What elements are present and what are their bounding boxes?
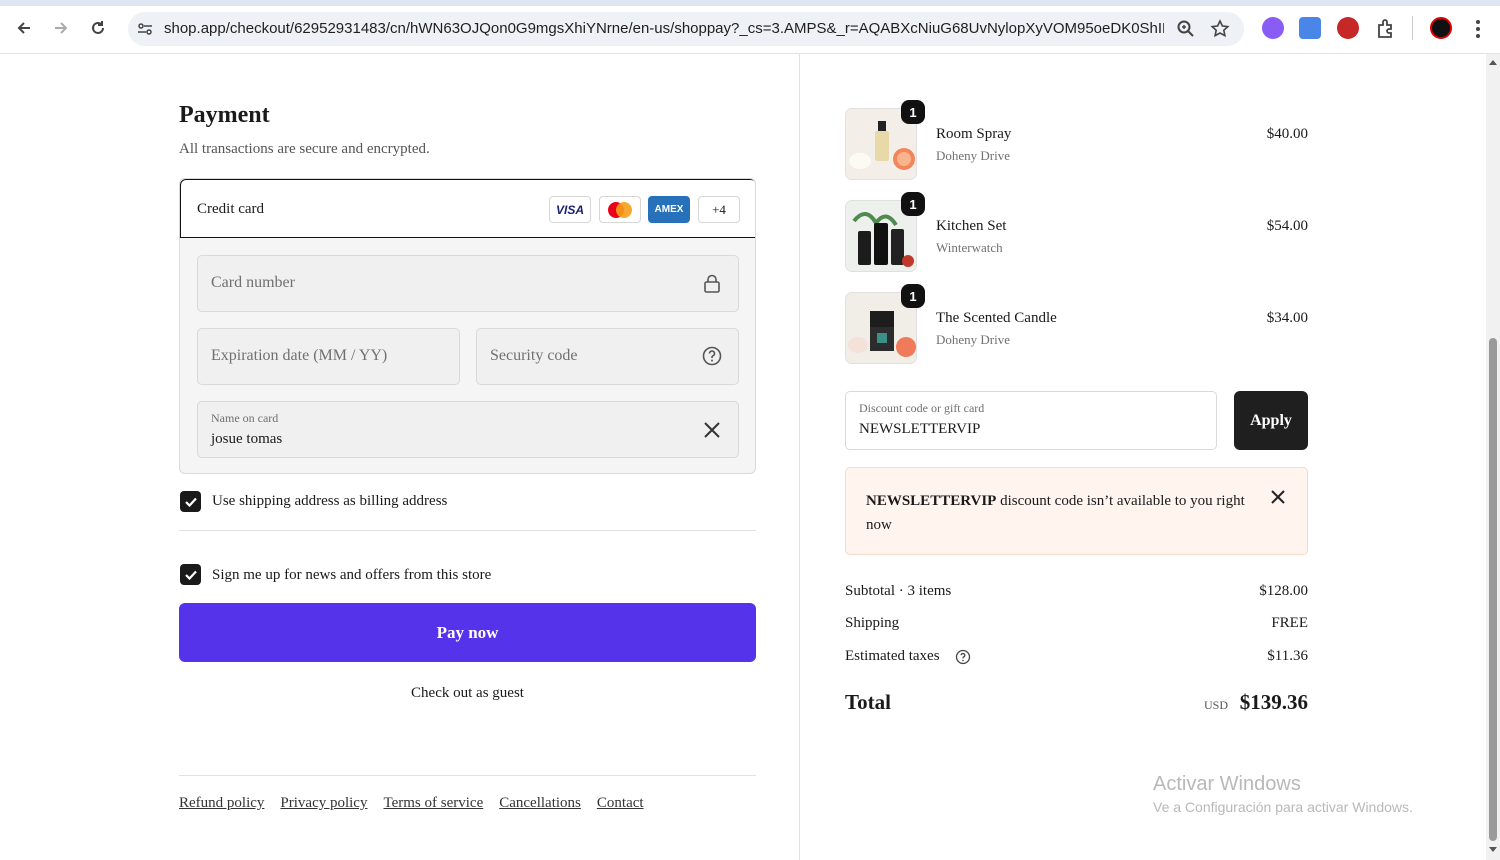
browser-toolbar: shop.app/checkout/62952931483/cn/hWN63OJ…: [0, 0, 1500, 54]
checkout-as-guest-link: Check out as guest: [179, 685, 756, 702]
help-circle-icon[interactable]: [955, 649, 971, 665]
url-text[interactable]: shop.app/checkout/62952931483/cn/hWN63OJ…: [164, 20, 1164, 37]
line-item: 1 Room Spray Doheny Drive $40.00: [845, 100, 1308, 188]
billing-address-checkbox[interactable]: [180, 491, 201, 512]
item-price: $54.00: [1266, 218, 1308, 234]
credit-card-label: Credit card: [197, 201, 265, 217]
credit-card-panel: Credit card VISA AMEX +4 Card number Exp…: [179, 178, 756, 474]
windows-activation-subtitle: Ve a Configuración para activar Windows.: [1153, 799, 1413, 815]
item-vendor: Doheny Drive: [936, 148, 1011, 163]
item-vendor: Winterwatch: [936, 240, 1003, 255]
forward-icon[interactable]: [49, 16, 73, 40]
discount-error-banner: NEWSLETTERVIP discount code isn’t availa…: [845, 467, 1308, 555]
pay-now-button[interactable]: Pay now: [179, 603, 756, 662]
checkout-page: Payment All transactions are secure and …: [0, 54, 1486, 860]
zoom-icon[interactable]: [1176, 19, 1196, 39]
checkout-as-guest-text[interactable]: Check out as guest: [411, 685, 524, 701]
expiration-date-field[interactable]: Expiration date (MM / YY): [197, 328, 460, 385]
contact-link[interactable]: Contact: [597, 795, 644, 812]
footer-divider: [179, 775, 756, 776]
scroll-up-icon[interactable]: [1488, 58, 1498, 66]
clear-icon[interactable]: [701, 419, 723, 441]
item-name: Room Spray: [936, 126, 1012, 142]
cancellations-link[interactable]: Cancellations: [499, 795, 581, 812]
name-on-card-label: Name on card: [211, 411, 279, 425]
discount-code-label: Discount code or gift card: [859, 401, 985, 415]
security-code-field[interactable]: Security code: [476, 328, 739, 385]
windows-activation-title: Activar Windows: [1153, 773, 1301, 795]
item-vendor: Doheny Drive: [936, 332, 1011, 347]
privacy-policy-link[interactable]: Privacy policy: [280, 795, 367, 812]
puzzle-extensions-icon[interactable]: [1375, 17, 1397, 39]
reload-icon[interactable]: [86, 16, 110, 40]
terms-of-service-link[interactable]: Terms of service: [383, 795, 483, 812]
page-scrollbar[interactable]: [1486, 54, 1500, 860]
site-settings-icon[interactable]: [136, 20, 154, 38]
extension-icon[interactable]: [1262, 17, 1284, 39]
close-icon[interactable]: [1269, 488, 1287, 506]
mastercard-icon: [599, 196, 641, 223]
tab-strip: [0, 0, 1500, 6]
visa-icon: VISA: [549, 196, 591, 223]
more-brands-badge: +4: [698, 196, 740, 223]
line-item: 1 Kitchen Set Winterwatch $54.00: [845, 192, 1308, 280]
credit-card-option[interactable]: Credit card VISA AMEX +4: [180, 179, 755, 238]
footer-links: Refund policy Privacy policy Terms of se…: [179, 795, 644, 812]
apply-discount-button[interactable]: Apply: [1234, 391, 1308, 450]
order-summary: 1 Room Spray Doheny Drive $40.00 1 Kitch…: [801, 54, 1486, 860]
payment-subtitle: All transactions are secure and encrypte…: [179, 141, 430, 157]
total-label: Total: [845, 690, 891, 714]
item-price: $34.00: [1266, 310, 1308, 326]
discount-error-text: NEWSLETTERVIP discount code isn’t availa…: [866, 489, 1256, 537]
quantity-badge: 1: [901, 100, 925, 124]
item-name: The Scented Candle: [936, 310, 1057, 326]
name-on-card-field[interactable]: Name on card josue tomas: [197, 401, 739, 458]
divider: [179, 530, 756, 531]
discount-error-code: NEWSLETTERVIP: [866, 493, 997, 509]
refund-policy-link[interactable]: Refund policy: [179, 795, 264, 812]
lock-icon: [704, 274, 720, 293]
discount-code-input[interactable]: Discount code or gift card NEWSLETTERVIP: [845, 391, 1217, 450]
shipping-row: Shipping FREE: [845, 615, 1308, 632]
discount-code-value: NEWSLETTERVIP: [859, 421, 981, 437]
taxes-value: $11.36: [1267, 648, 1308, 664]
quantity-badge: 1: [901, 192, 925, 216]
subtotal-value: $128.00: [1259, 583, 1308, 599]
security-code-placeholder: Security code: [490, 347, 578, 364]
shipping-value: FREE: [1271, 615, 1308, 631]
translate-extension-icon[interactable]: [1299, 17, 1321, 39]
extension-icon[interactable]: [1337, 17, 1359, 39]
taxes-row: Estimated taxes $11.36: [845, 648, 1308, 665]
total-currency: USD: [1203, 698, 1228, 712]
amex-icon: AMEX: [648, 196, 690, 223]
help-circle-icon[interactable]: [701, 345, 723, 367]
total-value: $139.36: [1239, 690, 1308, 714]
item-name: Kitchen Set: [936, 218, 1007, 234]
expiration-placeholder: Expiration date (MM / YY): [211, 347, 388, 364]
card-number-placeholder: Card number: [211, 274, 295, 291]
quantity-badge: 1: [901, 284, 925, 308]
line-item: 1 The Scented Candle Doheny Drive $34.00: [845, 284, 1308, 372]
bookmark-star-icon[interactable]: [1210, 19, 1230, 39]
item-price: $40.00: [1266, 126, 1308, 142]
toolbar-divider: [1412, 16, 1413, 40]
back-icon[interactable]: [12, 16, 36, 40]
subtotal-label: Subtotal · 3 items: [845, 583, 952, 599]
newsletter-label: Sign me up for news and offers from this…: [212, 567, 492, 583]
scroll-down-icon[interactable]: [1488, 846, 1498, 854]
profile-avatar[interactable]: [1430, 17, 1452, 39]
newsletter-checkbox[interactable]: [180, 564, 201, 585]
name-on-card-value: josue tomas: [211, 431, 283, 447]
payment-section: Payment All transactions are secure and …: [0, 54, 800, 860]
payment-title: Payment: [179, 102, 270, 128]
address-bar[interactable]: shop.app/checkout/62952931483/cn/hWN63OJ…: [128, 12, 1244, 46]
browser-menu-icon[interactable]: [1470, 18, 1486, 40]
scroll-thumb[interactable]: [1489, 338, 1497, 841]
subtotal-row: Subtotal · 3 items $128.00: [845, 583, 1308, 600]
card-number-field[interactable]: Card number: [197, 255, 739, 312]
billing-address-label: Use shipping address as billing address: [212, 493, 448, 509]
shipping-label: Shipping: [845, 615, 900, 631]
total-row: Total USD $139.36: [845, 690, 1308, 720]
taxes-label: Estimated taxes: [845, 648, 940, 664]
